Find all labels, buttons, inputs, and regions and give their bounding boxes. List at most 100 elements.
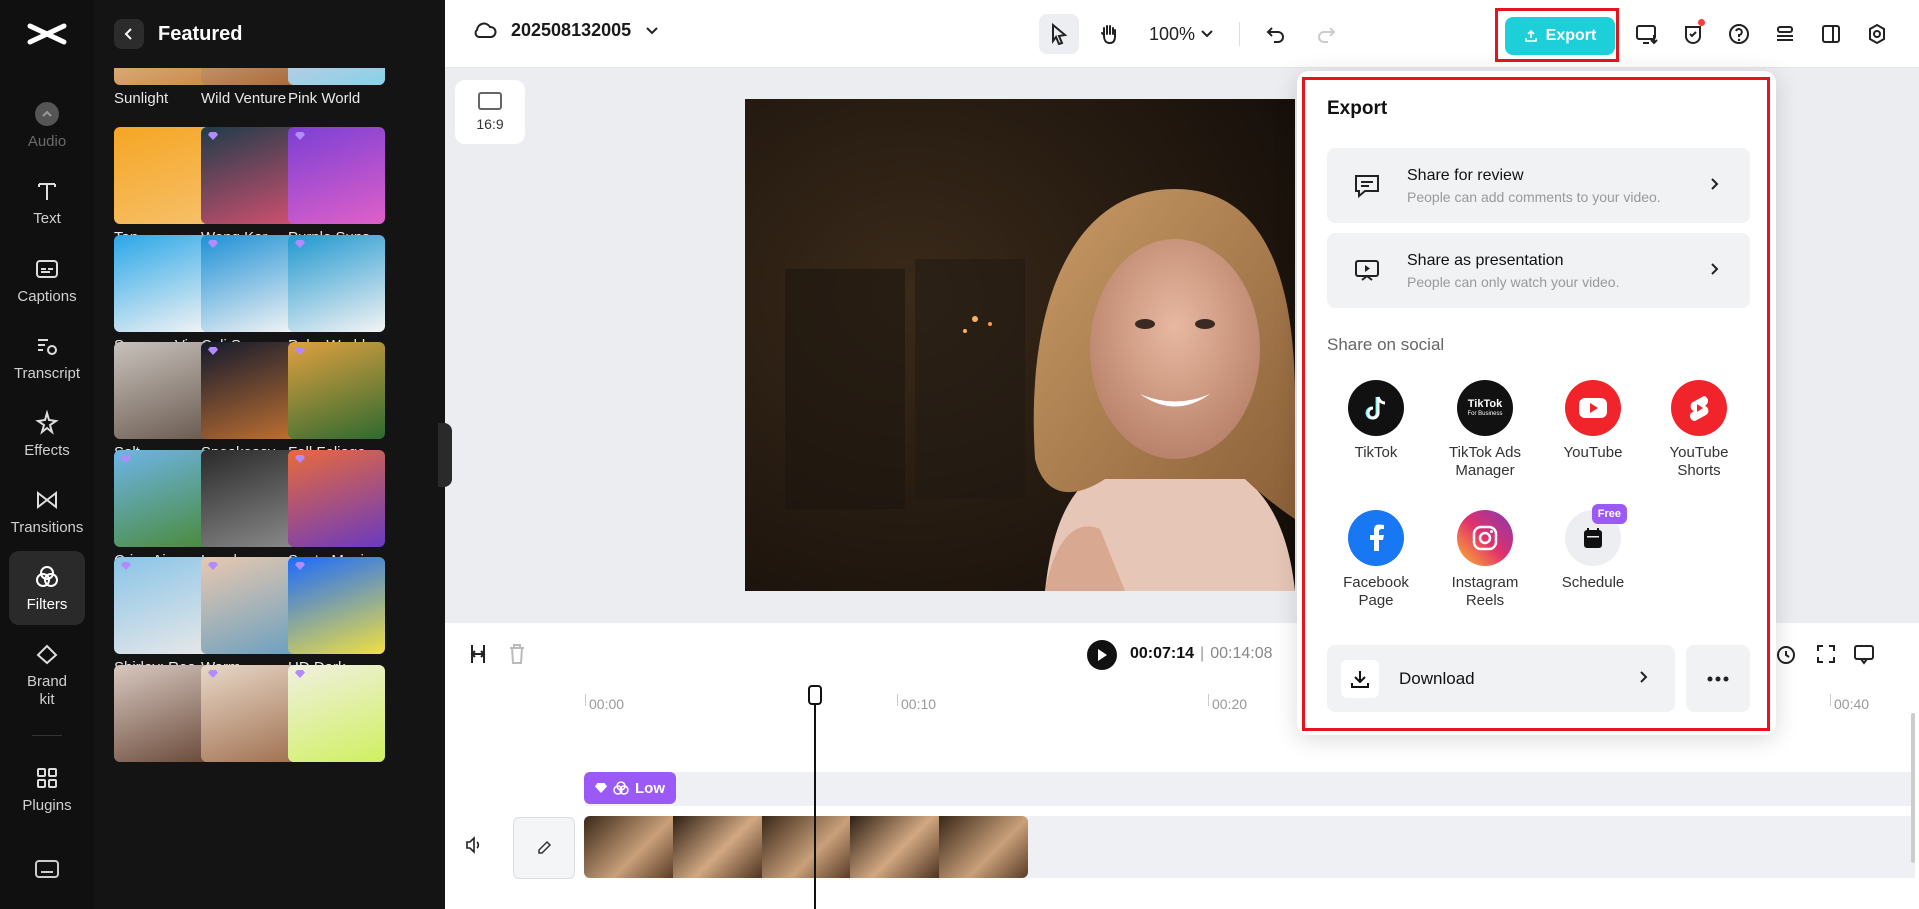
delete-icon[interactable] [508,643,526,665]
presentation-icon [1353,258,1381,284]
fullscreen-icon[interactable] [1815,643,1837,665]
export-button[interactable]: Export [1505,17,1615,55]
filter-thumbnail [201,450,298,547]
social-youtube-shorts[interactable]: YouTube Shorts [1649,380,1749,480]
youtube-shorts-icon [1671,380,1727,436]
filter-thumbnail [288,450,385,547]
filter-tile[interactable]: Summer Vi... [114,235,211,354]
filter-tile[interactable]: Cali Sun [201,235,298,354]
filter-track [585,772,1915,806]
rail-item-text[interactable]: Text [9,165,85,239]
download-button[interactable]: Download [1327,645,1675,712]
comment-icon [1353,173,1381,199]
rail-item-audio[interactable]: Audio [9,88,85,162]
panel-collapse-handle[interactable] [438,423,452,487]
chevron-down-icon [645,26,659,36]
tiktok-icon [1348,380,1404,436]
playhead[interactable] [814,685,816,909]
publish-screen-button[interactable] [1630,17,1664,51]
select-tool-button[interactable] [1039,14,1079,54]
filter-tile[interactable]: Wong Kar-... [201,127,298,246]
filter-thumbnail [114,235,211,332]
chevron-right-icon [1639,670,1649,684]
capcut-logo[interactable] [26,18,68,50]
transitions-icon [34,487,60,513]
social-tiktok-ads-manager[interactable]: TikTok For Business TikTok Ads Manager [1435,380,1535,480]
layers-button[interactable] [1768,17,1802,51]
share-review-title: Share for review [1407,167,1710,185]
social-instagram-reels[interactable]: Instagram Reels [1435,510,1535,610]
filter-clip-low[interactable]: Low [584,772,676,804]
redo-button[interactable] [1306,14,1346,54]
filter-tile[interactable]: Tan [114,127,211,246]
export-popup-title: Export [1327,98,1387,120]
filter-tile[interactable]: Purple Suns... [288,127,385,246]
undo-button[interactable] [1256,14,1296,54]
rail-item-transitions[interactable]: Transitions [9,474,85,548]
aspect-ratio-icon [478,92,502,110]
video-preview[interactable] [745,99,1295,591]
timer-icon[interactable] [1776,643,1796,665]
rail-divider [32,735,62,736]
notifications-button[interactable] [1676,17,1710,51]
rail-item-label: Text [33,210,61,227]
share-review-subtitle: People can add comments to your video. [1407,189,1710,205]
filter-tile[interactable]: Speakeasy [201,342,298,461]
keyboard-icon[interactable] [34,858,60,880]
volume-icon[interactable] [465,836,483,854]
total-time: 00:14:08 [1210,645,1272,662]
play-button[interactable] [1087,640,1117,670]
zoom-value: 100% [1149,24,1195,45]
rail-item-transcript[interactable]: Transcript [9,320,85,394]
comment-icon[interactable] [1853,643,1875,665]
filter-tile[interactable]: Salt [114,342,211,461]
filter-tile[interactable] [114,665,211,767]
share-for-review-button[interactable]: Share for review People can add comments… [1327,148,1750,223]
filters-icon [34,564,60,590]
filter-tile[interactable]: Low-key [201,450,298,569]
rail-item-effects[interactable]: Effects [9,397,85,471]
gear-icon [1866,23,1888,45]
zoom-dropdown[interactable]: 100% [1149,24,1213,45]
project-title[interactable]: 202508132005 [473,20,659,41]
social-label: TikTok [1355,444,1398,461]
plugins-icon [34,765,60,791]
social-tiktok[interactable]: TikTok [1326,380,1426,462]
rail-item-captions[interactable]: Captions [9,243,85,317]
filter-tile[interactable] [201,665,298,767]
filter-tile[interactable]: Santa Moni... [288,450,385,569]
hand-tool-button[interactable] [1089,14,1129,54]
video-clip[interactable] [584,816,1028,878]
filter-thumbnail [288,342,385,439]
cover-edit-button[interactable] [513,817,575,879]
settings-button[interactable] [1860,17,1894,51]
rail-item-label: Transcript [14,365,80,382]
filter-tile[interactable]: HD Dark [288,557,385,676]
rail-item-label: Brand kit [22,673,72,709]
filter-tile[interactable]: Shirley: Rea... [114,557,211,676]
help-button[interactable] [1722,17,1756,51]
social-schedule[interactable]: Free Schedule [1543,510,1643,592]
filter-tile[interactable]: Palm World [288,235,385,354]
layout-button[interactable] [1814,17,1848,51]
more-options-button[interactable] [1686,645,1750,712]
split-icon[interactable] [468,643,488,665]
share-presentation-title: Share as presentation [1407,252,1710,270]
filter-tile[interactable]: Crisp Air [114,450,211,569]
back-button[interactable] [114,19,144,49]
filter-tile[interactable] [288,665,385,767]
filter-tile[interactable]: Warm [201,557,298,676]
layers-icon [1774,23,1796,45]
rail-item-filters[interactable]: Filters [9,551,85,625]
share-as-presentation-button[interactable]: Share as presentation People can only wa… [1327,233,1750,308]
social-youtube[interactable]: YouTube [1543,380,1643,462]
export-label: Export [1546,27,1597,45]
filter-tile[interactable]: Fall Foliage [288,342,385,461]
filter-clip-label: Low [635,780,665,797]
rail-item-brand-kit[interactable]: Brand kit [9,634,85,716]
playhead-handle[interactable] [808,685,822,705]
aspect-ratio-button[interactable]: 16:9 [455,80,525,144]
social-facebook-page[interactable]: Facebook Page [1326,510,1426,610]
rail-item-plugins[interactable]: Plugins [9,752,85,826]
vertical-scrollbar[interactable] [1911,713,1915,863]
